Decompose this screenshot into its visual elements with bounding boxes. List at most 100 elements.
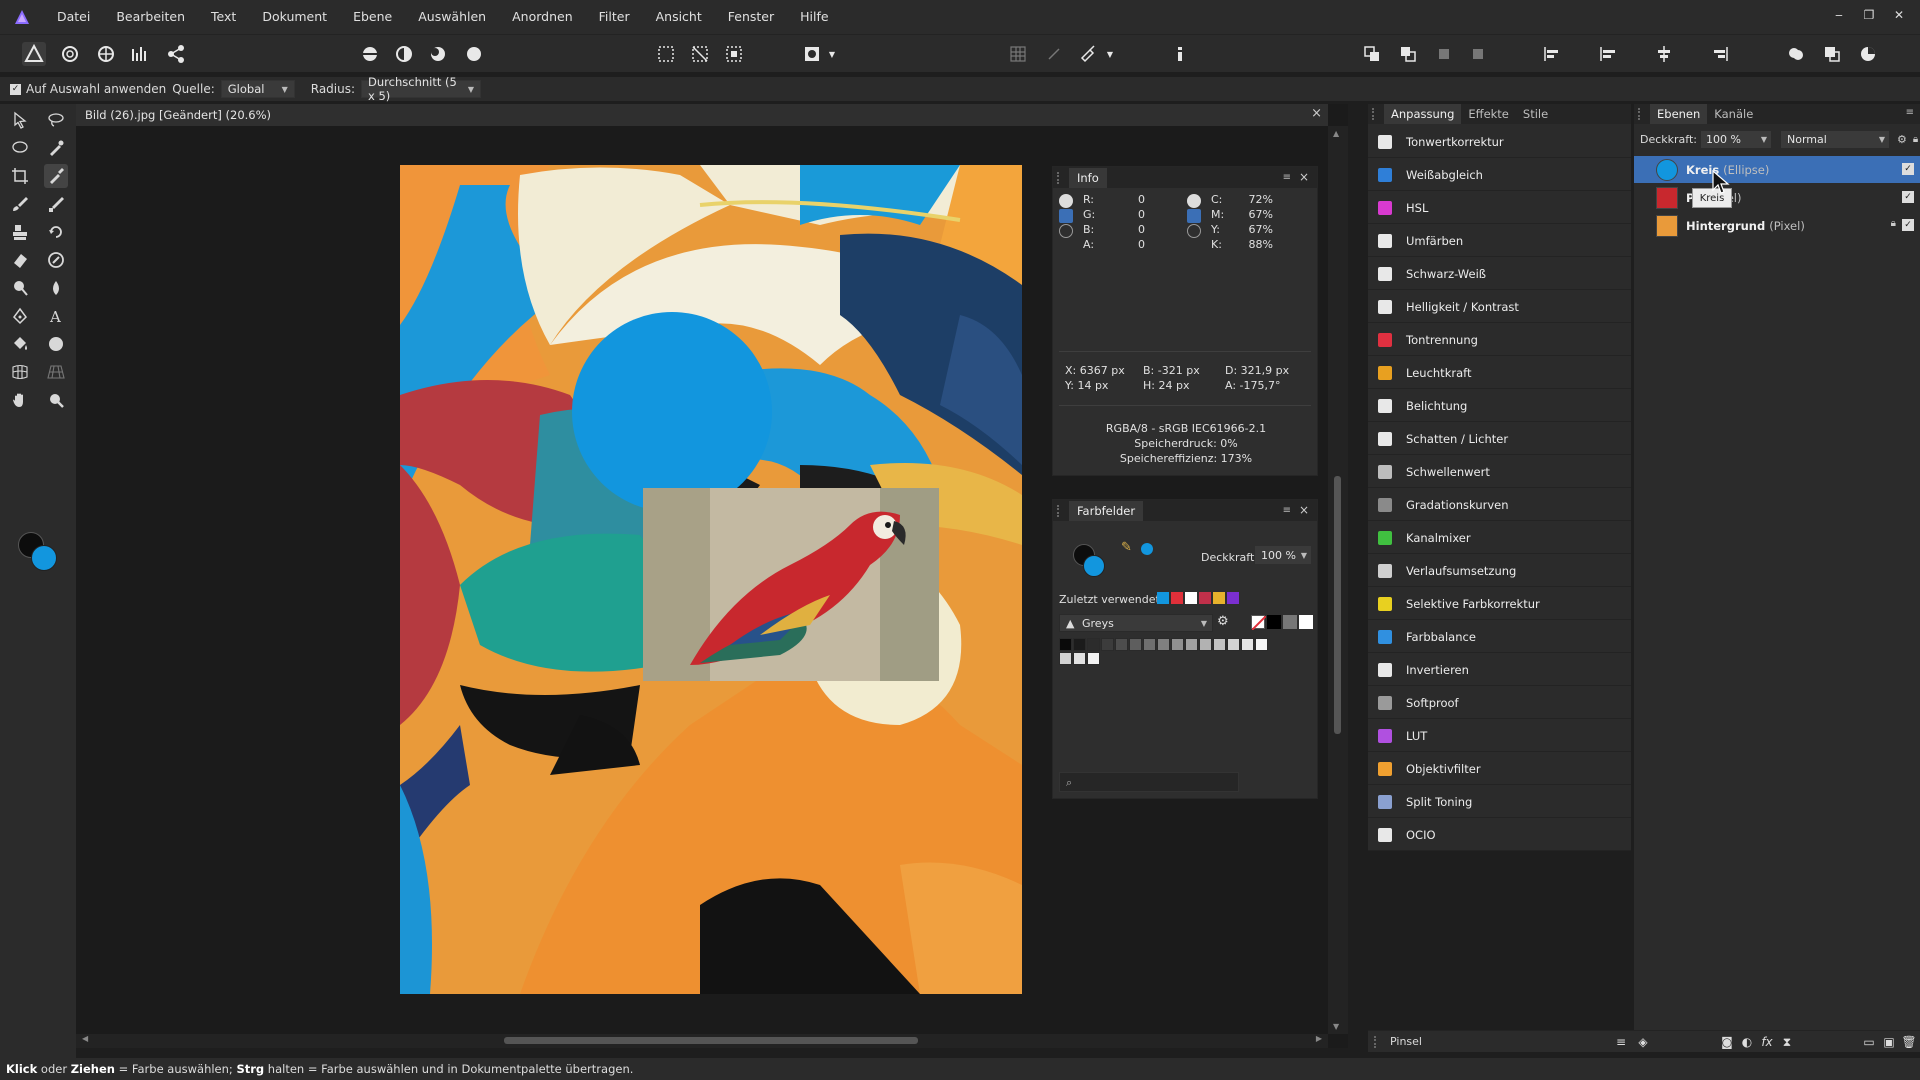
- mesh-warp-tool-icon[interactable]: [8, 360, 32, 384]
- menu-item-10[interactable]: Hilfe: [787, 0, 841, 34]
- adjustment-layer-icon[interactable]: ◐: [1740, 1035, 1754, 1049]
- grey-swatch[interactable]: [1087, 638, 1100, 651]
- color-picker-tool-icon[interactable]: [44, 164, 68, 188]
- menu-item-8[interactable]: Ansicht: [643, 0, 715, 34]
- hand-tool-icon[interactable]: [8, 388, 32, 412]
- horizontal-scroll-thumb[interactable]: [504, 1037, 918, 1044]
- menu-item-7[interactable]: Filter: [586, 0, 643, 34]
- grey-swatch[interactable]: [1087, 652, 1100, 665]
- pixel-brush-tool-icon[interactable]: [44, 192, 68, 216]
- perspective-tool-icon[interactable]: [44, 360, 68, 384]
- grey-swatch[interactable]: [1129, 638, 1142, 651]
- context-help-icon[interactable]: [1168, 42, 1192, 66]
- bring-to-front-icon[interactable]: [1432, 42, 1456, 66]
- swatch-opacity-field[interactable]: 100 % ▼: [1255, 546, 1311, 564]
- blur-tool-icon[interactable]: [44, 276, 68, 300]
- grey-swatch[interactable]: [1115, 638, 1128, 651]
- adjustment-item[interactable]: Kanalmixer: [1368, 522, 1631, 554]
- healing-brush-tool-icon[interactable]: [44, 248, 68, 272]
- adjustment-item[interactable]: Selektive Farbkorrektur: [1368, 588, 1631, 620]
- adjustment-item[interactable]: Belichtung: [1368, 390, 1631, 422]
- bring-forward-icon[interactable]: [1360, 42, 1384, 66]
- menu-item-2[interactable]: Text: [198, 0, 249, 34]
- quick-mask-icon[interactable]: [800, 42, 824, 66]
- recent-color-swatch[interactable]: [1171, 592, 1183, 604]
- adjustment-item[interactable]: Objektivfilter: [1368, 753, 1631, 785]
- boolean-add-icon[interactable]: [1784, 42, 1808, 66]
- adjustment-item[interactable]: Schwellenwert: [1368, 456, 1631, 488]
- adjustment-item[interactable]: Tonwertkorrektur: [1368, 126, 1631, 158]
- adjustment-item[interactable]: Gradationskurven: [1368, 489, 1631, 521]
- send-to-back-icon[interactable]: [1466, 42, 1490, 66]
- add-layer-icon[interactable]: ▣: [1882, 1035, 1896, 1049]
- tab-styles[interactable]: Stile: [1516, 104, 1555, 124]
- adjustment-item[interactable]: Tontrennung: [1368, 324, 1631, 356]
- layer-row[interactable]: Pa(Pixel)✓: [1634, 184, 1920, 211]
- close-window-button[interactable]: ✕: [1884, 0, 1914, 30]
- menu-item-1[interactable]: Bearbeiten: [103, 0, 198, 34]
- current-color-dot[interactable]: [1141, 543, 1153, 555]
- text-tool-icon[interactable]: A: [44, 304, 68, 328]
- swatches-panel-title[interactable]: Farbfelder: [1069, 500, 1144, 521]
- select-all-icon[interactable]: [654, 42, 678, 66]
- drag-handle-icon[interactable]: [1372, 108, 1380, 120]
- layer-visibility-checkbox[interactable]: ✓: [1902, 191, 1914, 203]
- pointer-rgb-icon[interactable]: [1059, 209, 1073, 223]
- adjustment-item[interactable]: Leuchtkraft: [1368, 357, 1631, 389]
- grey-swatch[interactable]: [1157, 638, 1170, 651]
- layer-visibility-checkbox[interactable]: ✓: [1902, 219, 1914, 231]
- deselect-icon[interactable]: [688, 42, 712, 66]
- grey-swatch[interactable]: [1283, 615, 1297, 629]
- align-left-icon[interactable]: [1540, 42, 1564, 66]
- tab-effects[interactable]: Effekte: [1461, 104, 1516, 124]
- grey-swatch[interactable]: [1143, 638, 1156, 651]
- send-backward-icon[interactable]: [1396, 42, 1420, 66]
- drag-handle-icon[interactable]: [1638, 108, 1646, 120]
- adjustment-item[interactable]: Helligkeit / Kontrast: [1368, 291, 1631, 323]
- undo-brush-tool-icon[interactable]: [44, 220, 68, 244]
- horizontal-scrollbar[interactable]: ◀ ▶: [76, 1034, 1328, 1048]
- layers-stack-icon[interactable]: ◈: [1636, 1035, 1650, 1049]
- affinity-photo-logo-icon[interactable]: [0, 0, 44, 34]
- menu-item-4[interactable]: Ebene: [340, 0, 405, 34]
- grey-swatch[interactable]: [1101, 638, 1114, 651]
- snapping-dropdown-icon[interactable]: ▼: [1104, 42, 1116, 66]
- zoom-tool-icon[interactable]: [44, 388, 68, 412]
- pen-tool-icon[interactable]: [8, 304, 32, 328]
- blend-mode-dropdown[interactable]: Normal ▼: [1781, 130, 1889, 148]
- ellipse-tool-icon[interactable]: [44, 332, 68, 356]
- close-panel-icon[interactable]: ×: [1299, 503, 1309, 517]
- pointer-cmyk-icon[interactable]: [1187, 209, 1201, 223]
- boolean-subtract-icon[interactable]: [1820, 42, 1844, 66]
- adjustment-item[interactable]: Softproof: [1368, 687, 1631, 719]
- menu-item-5[interactable]: Auswählen: [405, 0, 499, 34]
- liquify-persona-icon[interactable]: [58, 42, 82, 66]
- photo-persona-icon[interactable]: [22, 42, 46, 66]
- vertical-scrollbar[interactable]: ▲ ▼: [1328, 126, 1348, 1034]
- menu-item-6[interactable]: Anordnen: [499, 0, 586, 34]
- align-center-icon[interactable]: [1596, 42, 1620, 66]
- recent-color-swatch[interactable]: [1213, 592, 1225, 604]
- drag-handle-icon[interactable]: [1057, 504, 1065, 517]
- grey-swatch[interactable]: [1199, 638, 1212, 651]
- adjustment-item[interactable]: HSL: [1368, 192, 1631, 224]
- panel-menu-icon[interactable]: ≡: [1614, 1035, 1628, 1049]
- auto-color-icon[interactable]: [462, 42, 486, 66]
- grey-swatch[interactable]: [1171, 638, 1184, 651]
- recent-color-swatch[interactable]: [1199, 592, 1211, 604]
- grey-swatch[interactable]: [1073, 638, 1086, 651]
- swatches-panel-header[interactable]: Farbfelder ≡ ×: [1053, 500, 1317, 521]
- tab-adjustments[interactable]: Anpassung: [1384, 104, 1462, 124]
- swatch-search-input[interactable]: ⌕: [1059, 772, 1239, 792]
- gear-icon[interactable]: ⚙: [1897, 133, 1907, 146]
- grey-swatch[interactable]: [1073, 652, 1086, 665]
- color-mode-rgb-icon[interactable]: [1059, 194, 1073, 208]
- scroll-down-icon[interactable]: ▼: [1333, 1022, 1339, 1031]
- grey-swatch[interactable]: [1213, 638, 1226, 651]
- menu-item-0[interactable]: Datei: [44, 0, 103, 34]
- grey-swatch[interactable]: [1227, 638, 1240, 651]
- menu-item-9[interactable]: Fenster: [715, 0, 787, 34]
- delete-layer-icon[interactable]: 🗑︎: [1901, 1035, 1916, 1049]
- grey-swatch[interactable]: [1241, 638, 1254, 651]
- fx-icon[interactable]: fx: [1760, 1035, 1774, 1049]
